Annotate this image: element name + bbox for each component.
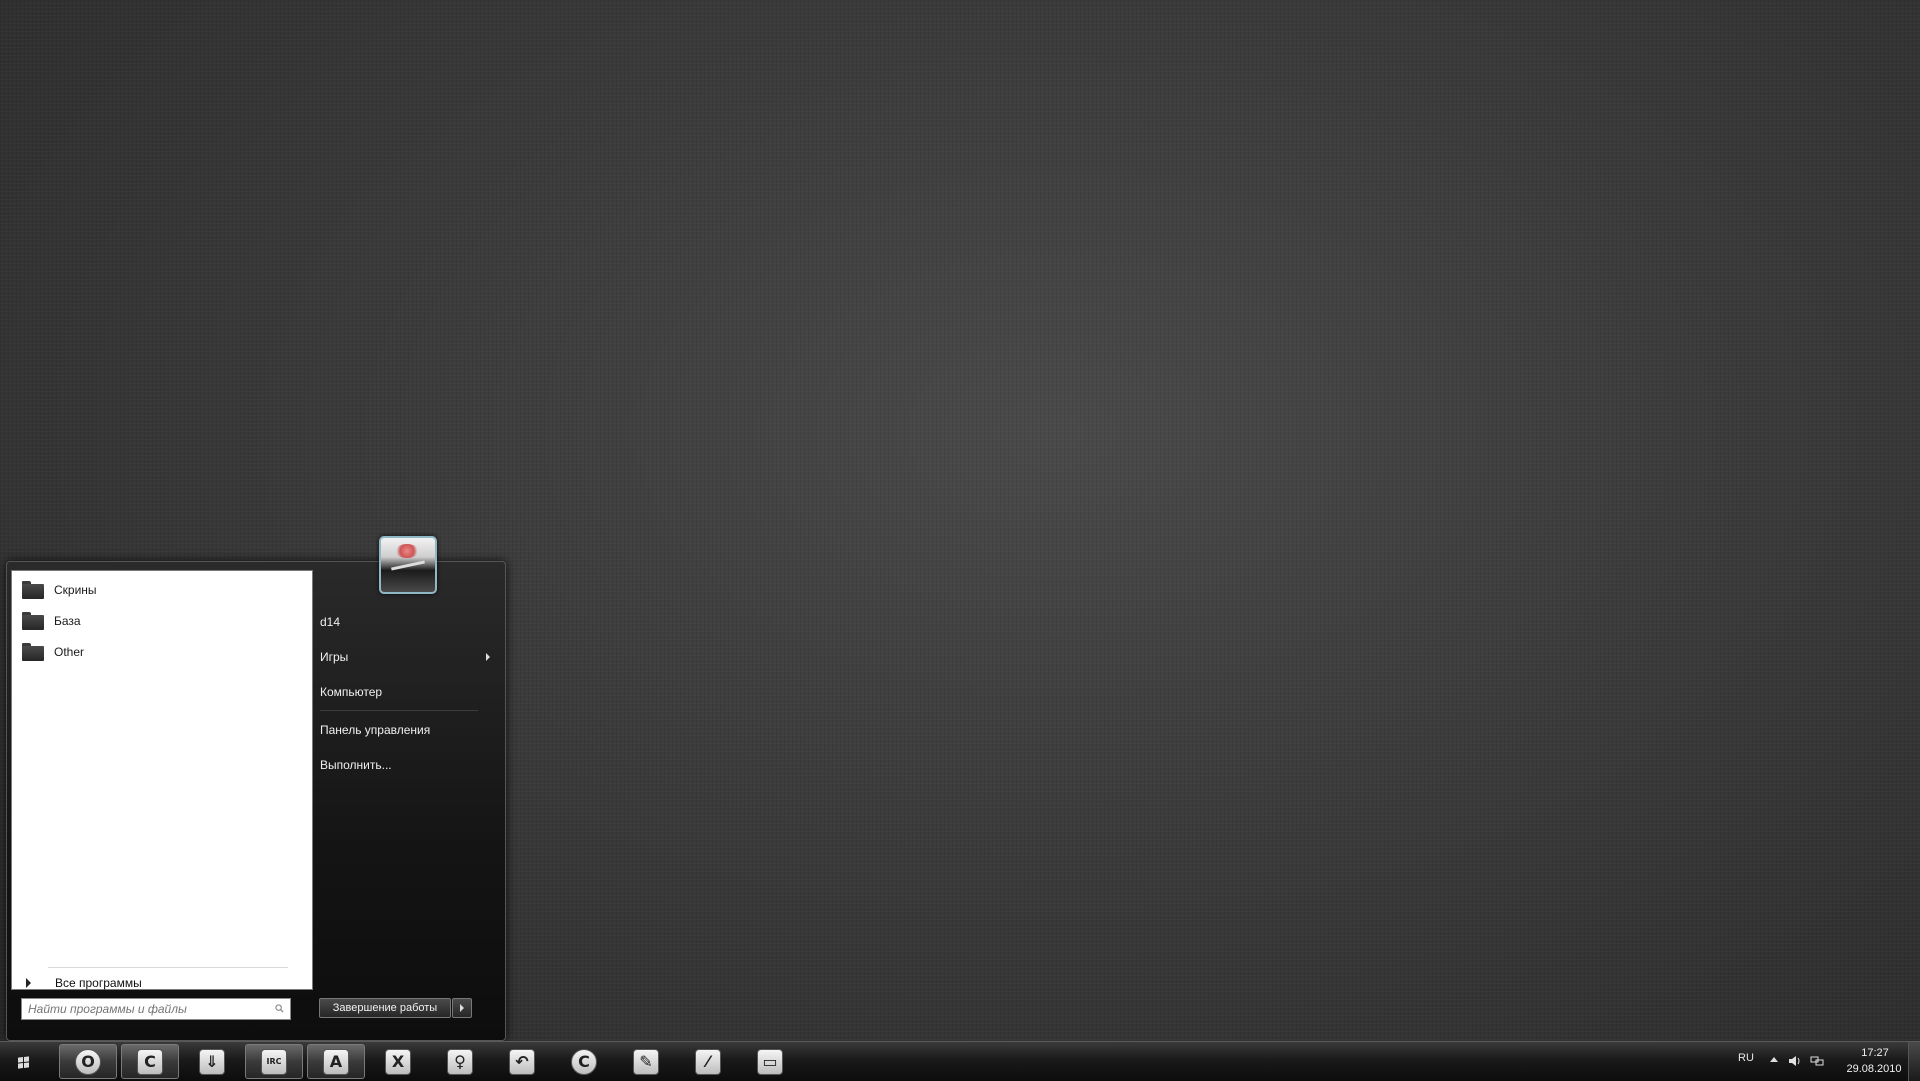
app-glyph: IRC bbox=[266, 1057, 282, 1066]
programs-divider bbox=[48, 967, 288, 968]
right-item-label: Панель управления bbox=[320, 723, 431, 737]
pen-icon: ⁄ bbox=[695, 1048, 721, 1075]
aimp-icon: A bbox=[323, 1048, 349, 1075]
start-menu: Скрины База Other Все программы d14 Игры… bbox=[6, 536, 506, 1041]
refresh-icon: C bbox=[571, 1048, 597, 1075]
program-item-label: Other bbox=[54, 645, 85, 659]
app-glyph: C bbox=[578, 1052, 590, 1071]
search-input[interactable] bbox=[21, 998, 291, 1020]
notes-icon: ✎ bbox=[633, 1048, 659, 1075]
taskbar-app-undo[interactable]: ↶ bbox=[493, 1044, 551, 1079]
start-menu-programs-pane: Скрины База Other Все программы bbox=[11, 570, 313, 990]
taskbar-app-display[interactable]: ▭ bbox=[741, 1044, 799, 1079]
clock-date[interactable]: 29.08.2010 bbox=[1834, 1063, 1914, 1075]
chevron-right-icon bbox=[460, 1004, 464, 1012]
chat-bubble-icon: IRC bbox=[261, 1048, 287, 1075]
taskbar-app-download-manager[interactable]: ⇓ bbox=[183, 1044, 241, 1079]
right-item-run[interactable]: Выполнить... bbox=[320, 752, 498, 778]
chevron-up-icon[interactable] bbox=[1770, 1057, 1778, 1062]
shutdown-options-button[interactable] bbox=[452, 998, 472, 1018]
app-glyph: ♀ bbox=[454, 1052, 466, 1071]
app-glyph: ✎ bbox=[639, 1052, 653, 1071]
program-item-base[interactable]: База bbox=[18, 606, 304, 636]
folder-icon bbox=[22, 581, 44, 599]
network-icon[interactable] bbox=[1810, 1054, 1824, 1068]
app-glyph: ⇓ bbox=[205, 1052, 219, 1071]
chevron-right-icon bbox=[26, 978, 31, 988]
taskbar-app-ccleaner[interactable]: C bbox=[121, 1044, 179, 1079]
app-glyph: A bbox=[329, 1052, 343, 1071]
app-glyph: O bbox=[81, 1052, 95, 1071]
right-item-computer[interactable]: Компьютер bbox=[320, 679, 498, 705]
right-item-label: Игры bbox=[320, 650, 349, 664]
clock-time[interactable]: 17:27 bbox=[1850, 1047, 1900, 1059]
taskbar: O C ⇓ IRC A X ♀ ↶ C ✎ ⁄ ▭ RU 17:27 29.08… bbox=[0, 1041, 1920, 1081]
user-avatar[interactable] bbox=[379, 536, 437, 594]
app-glyph: ▭ bbox=[762, 1052, 778, 1071]
shutdown-button[interactable]: Завершение работы bbox=[319, 998, 451, 1018]
app-glyph: X bbox=[391, 1052, 405, 1071]
taskbar-app-xnview[interactable]: X bbox=[369, 1044, 427, 1079]
app-glyph: ⁄ bbox=[706, 1052, 710, 1071]
right-item-label: Компьютер bbox=[320, 685, 383, 699]
app-glyph: C bbox=[144, 1052, 156, 1071]
right-item-label: d14 bbox=[320, 615, 341, 629]
all-programs-button[interactable]: Все программы bbox=[16, 971, 306, 995]
opera-icon: O bbox=[75, 1048, 101, 1075]
right-item-control-panel[interactable]: Панель управления bbox=[320, 717, 498, 743]
undo-icon: ↶ bbox=[509, 1048, 535, 1075]
folder-icon bbox=[22, 643, 44, 661]
monitor-icon: ▭ bbox=[757, 1048, 783, 1075]
xnview-icon: X bbox=[385, 1048, 411, 1075]
system-tray: RU 17:27 29.08.2010 bbox=[1730, 1042, 1920, 1081]
search-icon[interactable] bbox=[275, 1004, 284, 1013]
start-button[interactable] bbox=[10, 1050, 36, 1074]
download-icon: ⇓ bbox=[199, 1048, 225, 1075]
program-item-label: База bbox=[54, 614, 81, 628]
taskbar-app-irc[interactable]: IRC bbox=[245, 1044, 303, 1079]
right-item-label: Выполнить... bbox=[320, 758, 392, 772]
all-programs-label: Все программы bbox=[55, 976, 142, 990]
ccleaner-icon: C bbox=[137, 1048, 163, 1075]
volume-icon[interactable] bbox=[1788, 1054, 1802, 1068]
show-desktop-button[interactable] bbox=[1908, 1042, 1920, 1081]
right-item-user-folder[interactable]: d14 bbox=[320, 609, 498, 635]
right-item-games[interactable]: Игры bbox=[320, 644, 498, 670]
taskbar-app-notes[interactable]: ✎ bbox=[617, 1044, 675, 1079]
lightbulb-icon: ♀ bbox=[447, 1048, 473, 1075]
program-item-other[interactable]: Other bbox=[18, 637, 304, 667]
program-item-label: Скрины bbox=[54, 583, 97, 597]
taskbar-app-bulb[interactable]: ♀ bbox=[431, 1044, 489, 1079]
taskbar-app-editor[interactable]: ⁄ bbox=[679, 1044, 737, 1079]
shutdown-label: Завершение работы bbox=[332, 1002, 438, 1014]
folder-icon bbox=[22, 612, 44, 630]
taskbar-app-opera[interactable]: O bbox=[59, 1044, 117, 1079]
taskbar-app-refresh[interactable]: C bbox=[555, 1044, 613, 1079]
windows-logo-icon bbox=[17, 1055, 29, 1069]
taskbar-app-aimp[interactable]: A bbox=[307, 1044, 365, 1079]
program-item-screens[interactable]: Скрины bbox=[18, 575, 304, 605]
chevron-right-icon bbox=[486, 653, 490, 661]
language-indicator[interactable]: RU bbox=[1738, 1052, 1754, 1064]
right-pane-divider bbox=[320, 710, 478, 711]
app-glyph: ↶ bbox=[515, 1052, 529, 1071]
